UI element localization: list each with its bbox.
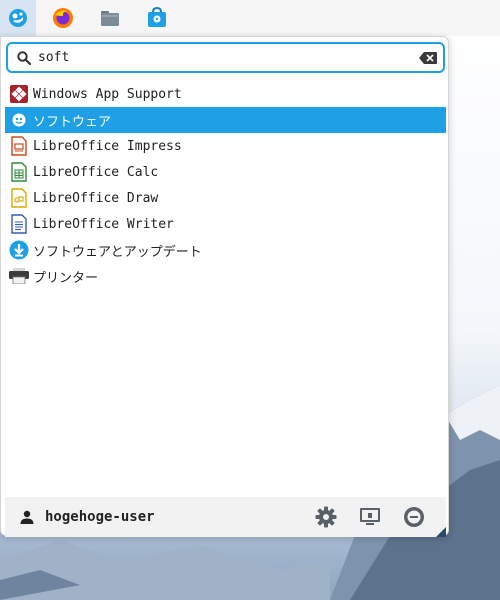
result-libreoffice-impress[interactable]: LibreOffice Impress xyxy=(5,133,446,159)
software-store-button[interactable] xyxy=(139,0,175,36)
resize-grip-icon[interactable] xyxy=(436,527,446,537)
software-icon xyxy=(9,110,29,130)
result-libreoffice-draw[interactable]: LibreOffice Draw xyxy=(5,185,446,211)
file-manager-icon xyxy=(101,11,119,26)
user-name[interactable]: hogehoge-user xyxy=(45,509,312,525)
result-label: Windows App Support xyxy=(33,86,182,102)
launcher-menu: Windows App Support ソフトウェア xyxy=(0,36,449,537)
clear-search-icon[interactable] xyxy=(417,47,439,69)
search-icon xyxy=(12,46,36,70)
software-store-icon xyxy=(148,7,166,27)
result-software[interactable]: ソフトウェア xyxy=(5,107,446,133)
result-windows-app-support[interactable]: Windows App Support xyxy=(5,81,446,107)
top-panel xyxy=(0,0,500,36)
menu-footer: hogehoge-user xyxy=(5,497,446,537)
lock-screen-icon xyxy=(360,508,380,525)
result-label: ソフトウェアとアップデート xyxy=(33,244,202,260)
result-label: LibreOffice Draw xyxy=(33,190,159,206)
logout-button[interactable] xyxy=(400,503,428,531)
result-software-updates[interactable]: ソフトウェアとアップデート xyxy=(5,237,446,263)
libreoffice-calc-icon xyxy=(9,162,29,182)
result-libreoffice-calc[interactable]: LibreOffice Calc xyxy=(5,159,446,185)
printer-icon xyxy=(9,266,29,286)
firefox-button[interactable] xyxy=(45,0,81,36)
libreoffice-writer-icon xyxy=(9,214,29,234)
libreoffice-impress-icon xyxy=(9,136,29,156)
result-libreoffice-writer[interactable]: LibreOffice Writer xyxy=(5,211,446,237)
launcher-button[interactable] xyxy=(0,0,36,36)
file-manager-button[interactable] xyxy=(92,0,128,36)
result-label: LibreOffice Writer xyxy=(33,216,174,232)
user-icon xyxy=(17,507,37,527)
result-label: プリンター xyxy=(33,270,99,286)
settings-icon xyxy=(315,506,337,528)
logout-icon xyxy=(404,507,424,527)
search-results: Windows App Support ソフトウェア LibreOffice I… xyxy=(5,81,446,289)
result-label: LibreOffice Calc xyxy=(33,164,159,180)
libreoffice-draw-icon xyxy=(9,188,29,208)
lock-screen-button[interactable] xyxy=(356,503,384,531)
firefox-icon xyxy=(53,8,73,28)
windows-app-support-icon xyxy=(9,84,29,104)
result-printer[interactable]: プリンター xyxy=(5,263,446,289)
settings-button[interactable] xyxy=(312,503,340,531)
search-box xyxy=(6,42,445,73)
search-input[interactable] xyxy=(36,45,417,70)
software-updates-icon xyxy=(9,240,29,260)
result-label: LibreOffice Impress xyxy=(33,138,182,154)
app-launcher-icon xyxy=(9,9,27,27)
result-label: ソフトウェア xyxy=(33,114,112,130)
